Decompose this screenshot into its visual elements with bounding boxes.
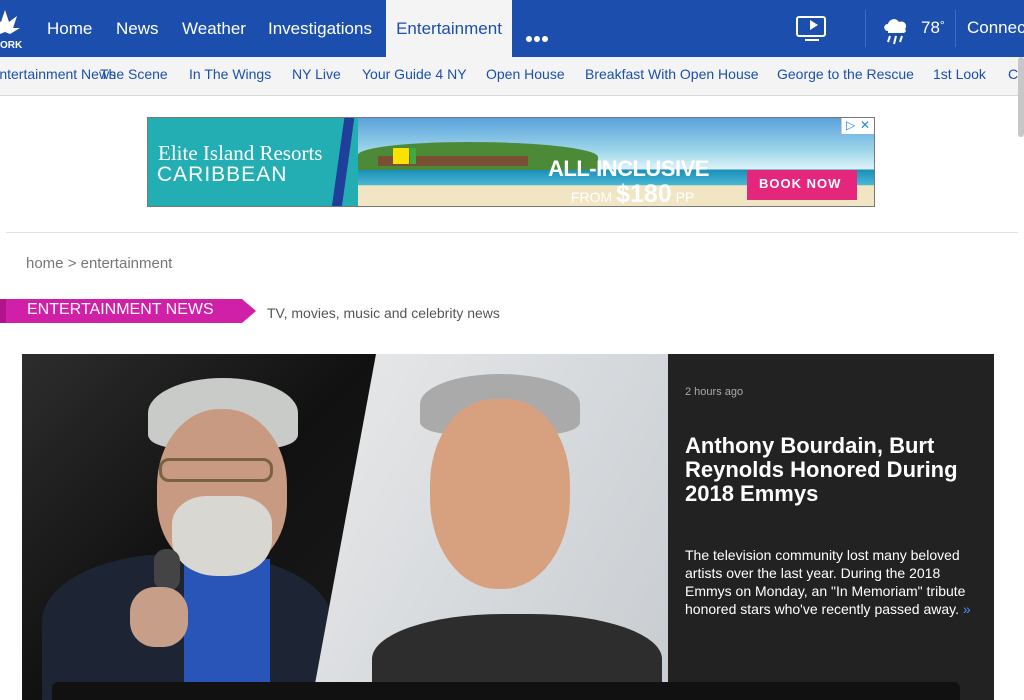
subnav-item-open-house[interactable]: Open House — [486, 66, 565, 82]
nav-entertainment[interactable]: Entertainment — [386, 0, 512, 57]
nav-separator — [865, 10, 866, 47]
hero-text-panel[interactable]: 2 hours ago Anthony Bourdain, Burt Reyno… — [668, 354, 994, 700]
subnav-item-the-scene[interactable]: The Scene — [100, 66, 168, 82]
section-label-accent — [0, 299, 6, 323]
hero-title[interactable]: Anthony Bourdain, Burt Reynolds Honored … — [685, 434, 975, 506]
more-dots-icon[interactable] — [526, 29, 550, 47]
hero-story-card[interactable]: 2 hours ago Anthony Bourdain, Burt Reyno… — [22, 354, 994, 700]
ad-price-value: $180 — [616, 180, 672, 207]
photo-face-2 — [430, 399, 570, 589]
close-icon[interactable]: ✕ — [860, 118, 870, 132]
ad-sail — [393, 148, 409, 164]
hero-timestamp: 2 hours ago — [685, 386, 744, 398]
ad-brand-line2: CARIBBEAN — [157, 163, 288, 186]
temperature[interactable]: 78° — [921, 18, 945, 38]
subnav-item-1st-look[interactable]: 1st Look — [933, 66, 986, 82]
section-subtitle: TV, movies, music and celebrity news — [267, 305, 500, 321]
ad-headline: ALL-INCLUSIVE — [548, 156, 709, 181]
microphone-icon — [154, 549, 180, 591]
photo-hand — [130, 587, 188, 647]
subnav-item-entertainment-news[interactable]: Entertainment News — [0, 66, 116, 82]
adchoices-icon[interactable]: ▷ — [846, 118, 855, 132]
hero-bottom-bar — [52, 682, 960, 700]
play-triangle-icon — [810, 20, 818, 30]
page-scrollbar[interactable] — [1018, 57, 1024, 137]
ad-price-prefix: FROM — [571, 189, 613, 205]
logo-text: ORK — [0, 40, 23, 51]
double-chevron-right-icon[interactable]: » — [963, 601, 971, 617]
ad-price-suffix: PP — [675, 189, 695, 205]
ad-sail-2 — [410, 148, 416, 164]
nav-investigations[interactable]: Investigations — [268, 0, 372, 57]
nav-separator-2 — [955, 10, 956, 47]
photo-shirt — [184, 559, 270, 699]
subnav-item-breakfast-with-open-house[interactable]: Breakfast With Open House — [585, 66, 759, 82]
temperature-unit: ° — [939, 18, 945, 32]
top-navigation: ORK Home News Weather Investigations Ent… — [0, 0, 1024, 57]
ad-controls: ▷ ✕ — [841, 118, 874, 134]
nav-weather[interactable]: Weather — [182, 0, 246, 57]
nav-news[interactable]: News — [116, 0, 159, 57]
breadcrumb[interactable]: home > entertainment — [26, 255, 172, 272]
rain-cloud-icon[interactable] — [880, 15, 910, 47]
subnav-item-your-guide[interactable]: Your Guide 4 NY — [362, 66, 467, 82]
ad-price: FROM $180 PP — [571, 180, 695, 207]
temperature-value: 78 — [921, 18, 940, 37]
advertisement-banner[interactable]: Elite Island Resorts CARIBBEAN ALL-INCLU… — [147, 117, 875, 207]
photo-glasses — [159, 458, 273, 482]
subnav-item-ny-live[interactable]: NY Live — [292, 66, 341, 82]
hero-description-text: The television community lost many belov… — [685, 547, 966, 617]
section-title: ENTERTAINMENT NEWS — [27, 301, 214, 318]
connect-link[interactable]: Connect — [967, 18, 1024, 38]
video-stand-icon — [805, 39, 819, 41]
photo-beard — [172, 496, 272, 576]
hero-description: The television community lost many belov… — [685, 546, 975, 618]
content-divider — [6, 232, 1018, 233]
subnav-item-george-to-the-rescue[interactable]: George to the Rescue — [777, 66, 914, 82]
ad-book-now-button[interactable]: BOOK NOW — [747, 170, 857, 200]
nav-home[interactable]: Home — [47, 0, 92, 57]
subnav-item-in-the-wings[interactable]: In The Wings — [189, 66, 271, 82]
